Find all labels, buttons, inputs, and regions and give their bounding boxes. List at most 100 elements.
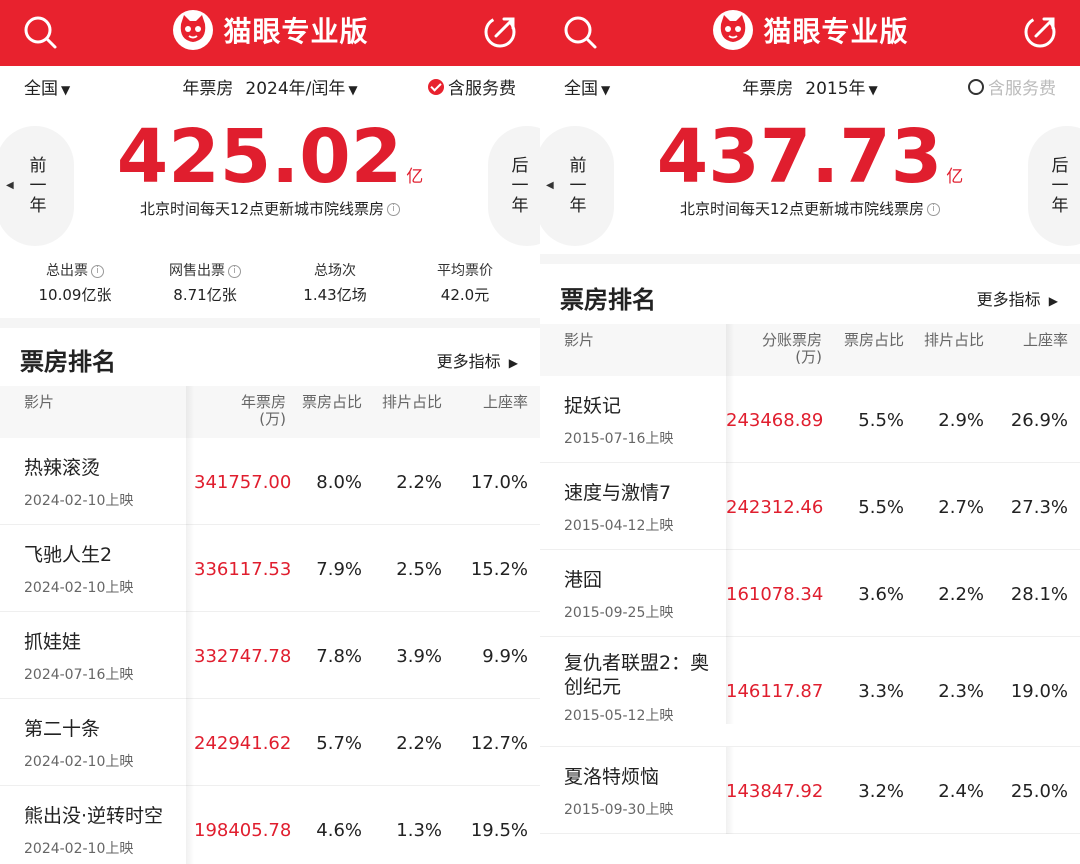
gross-value: 336117.53 — [194, 559, 292, 580]
table-row[interactable]: 抓娃娃 2024-07-16上映 332747.78 7.8% 3.9% 9.9… — [0, 612, 540, 699]
share-value: 4.6% — [316, 820, 362, 841]
table-row[interactable]: 熊出没·逆转时空 2024-02-10上映 198405.78 4.6% 1.3… — [0, 786, 540, 864]
table-row[interactable]: 第二十条 2024-02-10上映 242941.62 5.7% 2.2% 12… — [0, 699, 540, 786]
brand: 猫眼专业版 — [0, 8, 540, 52]
table-row[interactable]: 捉妖记 2015-07-16上映 243468.89 5.5% 2.9% 26.… — [540, 376, 1080, 463]
info-icon[interactable]: i — [91, 264, 104, 278]
info-icon[interactable]: i — [927, 203, 941, 216]
release-date: 2024-07-16上映 — [24, 667, 134, 683]
table-row[interactable]: 飞驰人生2 2024-02-10上映 336117.53 7.9% 2.5% 1… — [0, 525, 540, 612]
stats-row: 总出票 i 10.09亿张 网售出票 i 8.71亿张 总场次 1.43亿场 平均票价 42… — [0, 246, 540, 318]
update-note-text: 北京时间每天12点更新城市院线票房 — [139, 200, 385, 218]
total-box-office: 前 一 年 ◀ 后 一 年 437.73 亿 北京时间每天12点更新城市院线票房 i — [540, 106, 1080, 254]
table-row[interactable]: 复仇者联盟2：奥创纪元 2015-05-12上映 146117.87 3.3% … — [540, 637, 1080, 747]
filter-bar: 全国 ▼ 年票房 2015年 ▼ 含服务费 — [540, 66, 1080, 106]
gross-value: 143847.92 — [726, 781, 824, 802]
share-icon[interactable] — [482, 14, 518, 50]
stat-label: 网售出票 — [169, 263, 225, 279]
stat-total-shows: 总场次 1.43亿场 — [270, 260, 400, 318]
more-metrics-label: 更多指标 — [976, 290, 1041, 309]
total-value: 437.73 — [656, 114, 943, 200]
app-title: 猫眼专业版 — [763, 15, 909, 48]
info-icon[interactable]: i — [228, 264, 241, 278]
stat-value: 1.43亿场 — [303, 286, 367, 304]
schedule-value: 2.3% — [938, 681, 984, 702]
release-date: 2015-05-12上映 — [564, 708, 674, 724]
header-gross-label: 分账票房 — [761, 331, 822, 349]
stat-total-tickets: 总出票 i 10.09亿张 — [10, 260, 140, 318]
release-date: 2024-02-10上映 — [24, 841, 134, 857]
total-figure: 437.73 亿 — [540, 114, 1080, 200]
column-shadow — [186, 525, 194, 612]
schedule-value: 2.2% — [396, 472, 442, 493]
stat-value: 8.71亿张 — [173, 286, 237, 304]
table-header: 影片 年票房 (万) 票房占比 排片占比 上座率 — [0, 386, 540, 438]
schedule-value: 2.7% — [938, 497, 984, 518]
table-row[interactable]: 夏洛特烦恼 2015-09-30上映 143847.92 3.2% 2.4% 2… — [540, 747, 1080, 834]
chevron-right-icon: ▶ — [1048, 294, 1058, 308]
section-title: 票房排名 — [560, 286, 656, 314]
film-name: 港囧 — [564, 569, 603, 591]
total-value: 425.02 — [116, 114, 403, 200]
total-unit: 亿 — [406, 167, 424, 187]
header-occupancy[interactable]: 上座率 — [450, 394, 528, 411]
header-share[interactable]: 票房占比 — [296, 394, 362, 411]
more-metrics-button[interactable]: 更多指标 ▶ — [437, 348, 518, 372]
gross-value: 243468.89 — [726, 410, 824, 431]
year-value: 2015年 — [805, 79, 866, 99]
info-icon[interactable]: i — [387, 203, 401, 216]
header-gross[interactable]: 分账票房 (万) — [726, 332, 822, 366]
header-schedule[interactable]: 排片占比 — [914, 332, 984, 349]
share-value: 3.6% — [858, 584, 904, 605]
stat-value: 10.09亿张 — [38, 286, 112, 304]
header-occupancy[interactable]: 上座率 — [990, 332, 1068, 349]
header-film: 影片 — [564, 331, 595, 349]
share-value: 7.8% — [316, 646, 362, 667]
table-row[interactable]: 热辣滚烫 2024-02-10上映 341757.00 8.0% 2.2% 17… — [0, 438, 540, 525]
caret-down-icon: ▼ — [348, 83, 358, 97]
share-value: 7.9% — [316, 559, 362, 580]
header-gross-unit: (万) — [795, 348, 822, 366]
header-schedule[interactable]: 排片占比 — [372, 394, 442, 411]
schedule-value: 2.2% — [938, 584, 984, 605]
header-share[interactable]: 票房占比 — [830, 332, 904, 349]
gross-value: 146117.87 — [726, 681, 824, 702]
update-note-text: 北京时间每天12点更新城市院线票房 — [679, 200, 925, 218]
share-icon[interactable] — [1022, 14, 1058, 50]
stat-label: 总场次 — [314, 263, 356, 279]
checkbox-icon — [968, 78, 984, 95]
checkbox-icon — [428, 78, 444, 95]
service-fee-toggle[interactable]: 含服务费 — [428, 74, 516, 99]
header-gross-unit: (万) — [259, 410, 286, 428]
more-metrics-button[interactable]: 更多指标 ▶ — [977, 286, 1058, 310]
header-gross[interactable]: 年票房 (万) — [194, 394, 286, 428]
film-name: 速度与激情7 — [564, 482, 672, 504]
update-note: 北京时间每天12点更新城市院线票房 i — [0, 198, 540, 219]
top-bar: 猫眼专业版 — [0, 0, 540, 66]
share-value: 3.3% — [858, 681, 904, 702]
film-name: 夏洛特烦恼 — [564, 766, 660, 788]
occupancy-value: 26.9% — [1010, 410, 1068, 431]
header-film: 影片 — [24, 393, 55, 411]
gross-value: 198405.78 — [194, 820, 292, 841]
table-row[interactable]: 速度与激情7 2015-04-12上映 242312.46 5.5% 2.7% … — [540, 463, 1080, 550]
gross-value: 332747.78 — [194, 646, 292, 667]
film-name: 捉妖记 — [564, 395, 622, 417]
ranking-header: 票房排名 更多指标 ▶ — [0, 328, 540, 386]
service-fee-label: 含服务费 — [988, 79, 1056, 99]
gross-value: 242312.46 — [726, 497, 824, 518]
year-label: 年票房 — [742, 79, 794, 99]
stat-online-tickets: 网售出票 i 8.71亿张 — [140, 260, 270, 318]
year-label: 年票房 — [182, 79, 234, 99]
filter-bar: 全国 ▼ 年票房 2024年/闰年 ▼ 含服务费 — [0, 66, 540, 106]
table-row[interactable]: 港囧 2015-09-25上映 161078.34 3.6% 2.2% 28.1… — [540, 550, 1080, 637]
chevron-right-icon: ▶ — [508, 356, 518, 370]
service-fee-toggle[interactable]: 含服务费 — [968, 74, 1056, 99]
app-title: 猫眼专业版 — [223, 15, 369, 48]
left-panel: 猫眼专业版 全国 ▼ 年票房 2024年/闰年 ▼ 含服务费 前 一 年 ◀ 后 一 — [0, 0, 540, 864]
release-date: 2024-02-10上映 — [24, 754, 134, 770]
total-figure: 425.02 亿 — [0, 114, 540, 200]
gross-value: 242941.62 — [194, 733, 292, 754]
column-shadow — [186, 786, 194, 864]
year-value: 2024年/闰年 — [245, 79, 346, 99]
